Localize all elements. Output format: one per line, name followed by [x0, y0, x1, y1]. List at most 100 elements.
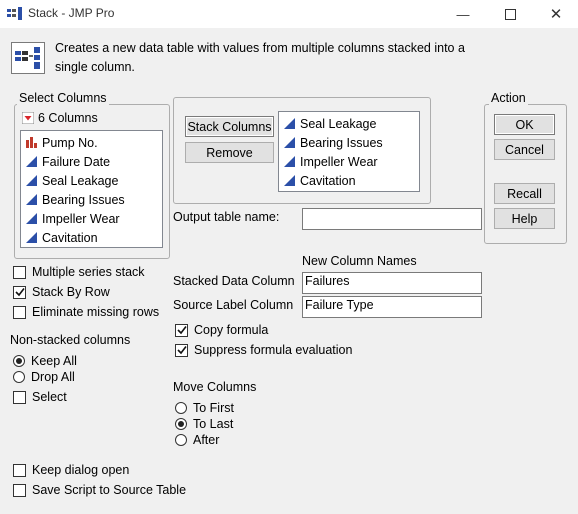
select-columns-label: Select Columns — [17, 91, 109, 105]
list-item[interactable]: Bearing Issues — [26, 190, 125, 209]
checkbox-box[interactable] — [175, 323, 188, 337]
help-button[interactable]: Help — [494, 208, 555, 229]
eliminate-missing-rows-checkbox[interactable]: Eliminate missing rows — [13, 305, 159, 319]
list-item[interactable]: Failure Date — [26, 152, 110, 171]
list-item[interactable]: Seal Leakage — [26, 171, 118, 190]
checkmark-icon — [14, 288, 25, 297]
checkbox-label: Eliminate missing rows — [32, 305, 160, 319]
new-column-names-label: New Column Names — [302, 254, 417, 268]
recall-button[interactable]: Recall — [494, 183, 555, 204]
list-item[interactable]: Impeller Wear — [284, 152, 378, 171]
list-item-label: Impeller Wear — [300, 154, 378, 169]
list-item-label: Bearing Issues — [300, 135, 383, 150]
stacked-data-column-input[interactable]: Failures — [302, 272, 482, 294]
to-last-radio[interactable]: To Last — [175, 417, 233, 431]
radio-circle[interactable] — [175, 434, 187, 446]
ok-button-label: OK — [515, 117, 534, 132]
keep-dialog-open-checkbox[interactable]: Keep dialog open — [13, 463, 129, 477]
after-radio[interactable]: After — [175, 433, 219, 447]
source-label-column-input[interactable]: Failure Type — [302, 296, 482, 318]
continuous-icon — [284, 175, 295, 186]
checkbox-label: Copy formula — [194, 323, 269, 337]
suppress-formula-evaluation-checkbox[interactable]: Suppress formula evaluation — [175, 343, 352, 357]
output-table-label: Output table name: — [173, 210, 280, 224]
maximize-button[interactable] — [487, 0, 533, 28]
remove-button[interactable]: Remove — [185, 142, 274, 163]
checkbox-box[interactable] — [13, 483, 26, 497]
list-item-label: Seal Leakage — [42, 173, 119, 188]
column-count-dropdown[interactable]: 6 Columns — [22, 111, 98, 125]
list-item[interactable]: Bearing Issues — [284, 133, 383, 152]
list-item-label: Bearing Issues — [42, 192, 125, 207]
close-icon: ✕ — [549, 6, 563, 23]
radio-circle[interactable] — [175, 418, 187, 430]
close-button[interactable]: ✕ — [533, 0, 578, 28]
nominal-bar-icon — [26, 137, 37, 148]
source-label-column-label: Source Label Column — [173, 298, 294, 312]
checkbox-label: Save Script to Source Table — [32, 483, 187, 497]
list-item[interactable]: Pump No. — [26, 133, 98, 152]
radio-circle[interactable] — [13, 355, 25, 367]
checkmark-icon — [176, 346, 187, 355]
select-checkbox[interactable]: Select — [13, 390, 67, 404]
radio-label: Drop All — [31, 370, 75, 384]
select-columns-listbox[interactable]: Pump No. Failure Date Seal Leakage Beari… — [20, 130, 163, 248]
to-first-radio[interactable]: To First — [175, 401, 234, 415]
drop-all-radio[interactable]: Drop All — [13, 370, 75, 384]
action-label: Action — [489, 91, 528, 105]
remove-button-label: Remove — [206, 145, 253, 160]
copy-formula-checkbox[interactable]: Copy formula — [175, 323, 268, 337]
radio-label: To First — [193, 401, 234, 415]
radio-label: After — [193, 433, 220, 447]
window-title: Stack - JMP Pro — [28, 6, 115, 20]
save-script-checkbox[interactable]: Save Script to Source Table — [13, 483, 186, 497]
continuous-icon — [26, 194, 37, 205]
stack-columns-button-label: Stack Columns — [187, 119, 272, 134]
checkbox-box[interactable] — [13, 390, 26, 404]
continuous-icon — [26, 232, 37, 243]
cancel-button-label: Cancel — [505, 142, 544, 157]
stacked-data-column-label: Stacked Data Column — [173, 274, 295, 288]
list-item[interactable]: Cavitation — [284, 171, 356, 190]
checkbox-box[interactable] — [13, 305, 26, 319]
list-item[interactable]: Seal Leakage — [284, 114, 376, 133]
ok-button[interactable]: OK — [494, 114, 555, 135]
recall-button-label: Recall — [507, 186, 542, 201]
radio-label: Keep All — [31, 354, 77, 368]
continuous-icon — [26, 213, 37, 224]
stack-columns-listbox[interactable]: Seal Leakage Bearing Issues Impeller Wea… — [278, 111, 420, 192]
checkbox-label: Keep dialog open — [32, 463, 130, 477]
continuous-icon — [284, 156, 295, 167]
list-item-label: Impeller Wear — [42, 211, 120, 226]
checkbox-label: Select — [32, 390, 67, 404]
checkbox-box[interactable] — [13, 265, 26, 279]
checkbox-box[interactable] — [13, 285, 26, 299]
move-columns-label: Move Columns — [173, 380, 257, 394]
checkbox-label: Suppress formula evaluation — [194, 343, 353, 357]
radio-circle[interactable] — [175, 402, 187, 414]
output-table-input[interactable] — [302, 208, 482, 230]
keep-all-radio[interactable]: Keep All — [13, 354, 77, 368]
help-button-label: Help — [511, 211, 538, 226]
cancel-button[interactable]: Cancel — [494, 139, 555, 160]
checkbox-box[interactable] — [175, 343, 188, 357]
list-item-label: Seal Leakage — [300, 116, 377, 131]
list-item-label: Cavitation — [300, 173, 356, 188]
checkbox-box[interactable] — [13, 463, 26, 477]
list-item[interactable]: Cavitation — [26, 228, 98, 247]
continuous-icon — [26, 156, 37, 167]
stack-platform-icon — [11, 42, 45, 74]
checkbox-label: Stack By Row — [32, 285, 110, 299]
checkmark-icon — [176, 326, 187, 335]
radio-circle[interactable] — [13, 371, 25, 383]
non-stacked-columns-label: Non-stacked columns — [10, 333, 131, 347]
stack-columns-button[interactable]: Stack Columns — [185, 116, 274, 137]
stack-by-row-checkbox[interactable]: Stack By Row — [13, 285, 110, 299]
minimize-button[interactable]: — — [440, 0, 486, 28]
radio-label: To Last — [193, 417, 234, 431]
list-item[interactable]: Impeller Wear — [26, 209, 120, 228]
list-item-label: Failure Date — [42, 154, 111, 169]
multiple-series-stack-checkbox[interactable]: Multiple series stack — [13, 265, 145, 279]
column-count-label: 6 Columns — [38, 111, 98, 125]
red-triangle-dropdown-icon[interactable] — [22, 112, 34, 124]
